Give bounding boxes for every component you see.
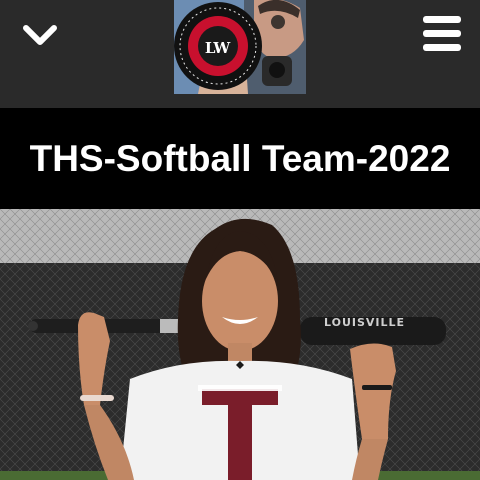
- site-logo[interactable]: LW: [174, 0, 306, 94]
- collapse-toggle-button[interactable]: [18, 18, 62, 54]
- bat-brand-label: LOUISVILLE: [324, 316, 406, 329]
- logo-initials: LW: [204, 39, 230, 57]
- title-banner: THS-Softball Team-2022: [0, 108, 480, 209]
- photo-illustration: [0, 209, 480, 480]
- logo-photo: [174, 0, 306, 94]
- main-menu-button[interactable]: [420, 14, 464, 54]
- site-header: LW: [0, 0, 480, 108]
- hamburger-menu-icon: [423, 16, 461, 51]
- chevron-down-icon: [23, 25, 57, 45]
- player-photo: LOUISVILLE: [0, 209, 480, 480]
- page-title: THS-Softball Team-2022: [29, 137, 451, 179]
